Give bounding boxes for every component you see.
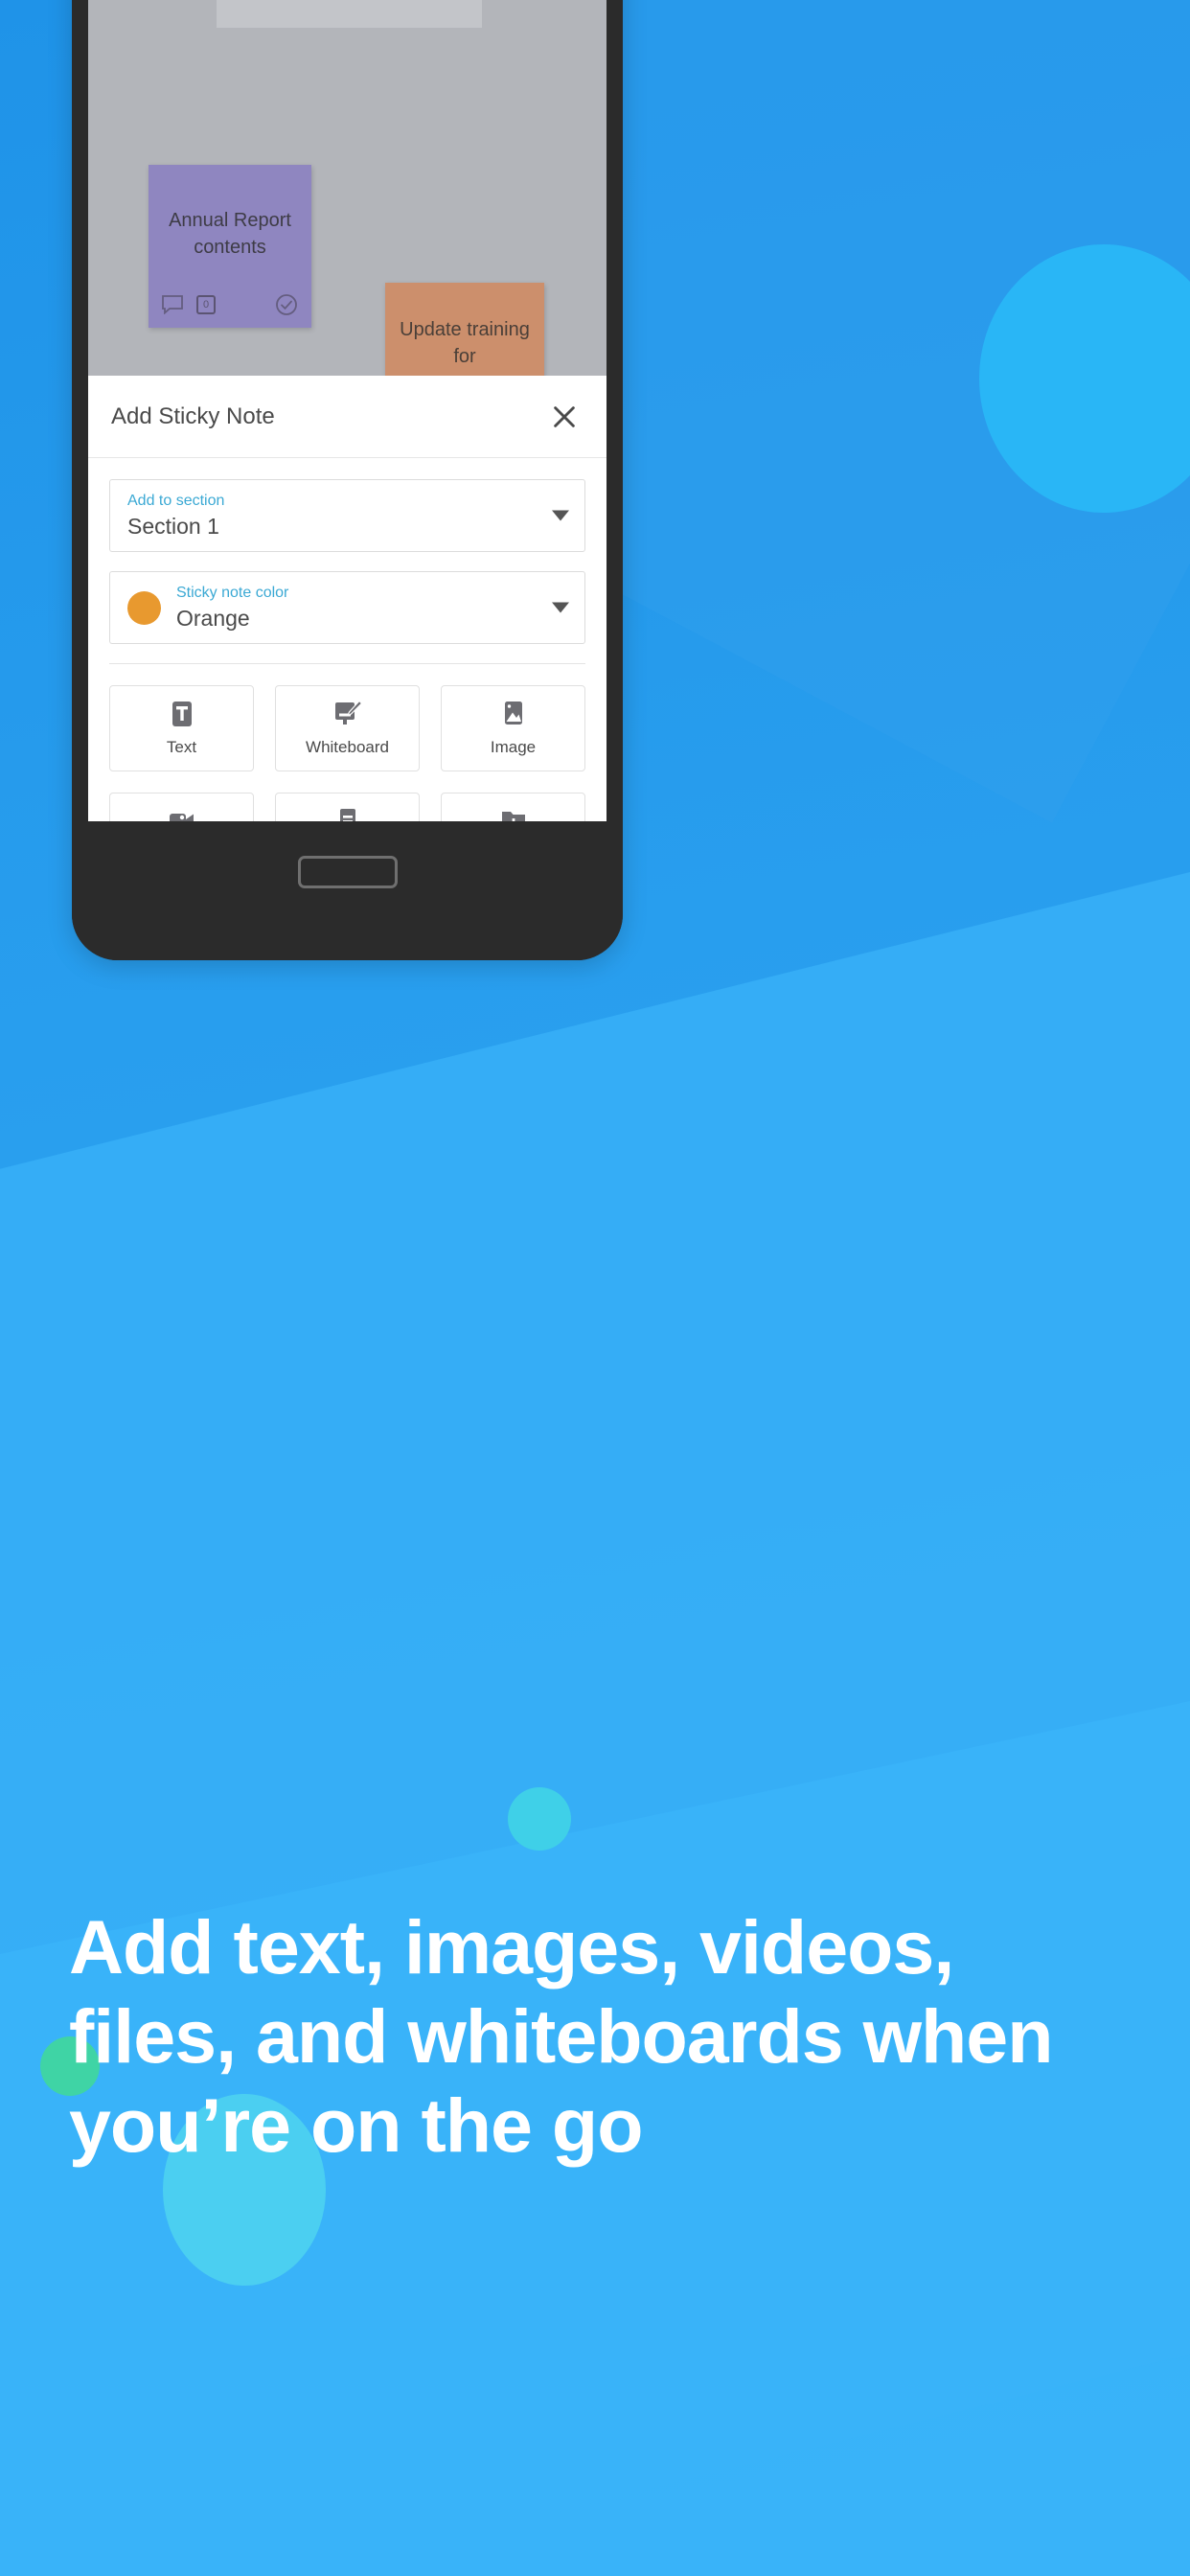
content-type-grid: Text Whiteboard Image <box>109 685 585 821</box>
section-select-value: Section 1 <box>127 513 219 539</box>
sheet-divider <box>109 663 585 664</box>
tile-label: Text <box>166 738 197 756</box>
close-icon[interactable] <box>545 398 584 436</box>
chevron-down-icon[interactable] <box>552 510 569 521</box>
index-card-icon <box>336 807 359 821</box>
timer-pill[interactable]: 00 : 09 : 55 <box>217 0 482 28</box>
comment-icon[interactable] <box>162 295 183 314</box>
tile-label: Image <box>490 738 537 756</box>
tile-whiteboard[interactable]: Whiteboard <box>275 685 420 771</box>
chevron-down-icon[interactable] <box>552 602 569 613</box>
phone-navigation-bar <box>72 821 623 960</box>
section-select[interactable]: Add to section Section 1 <box>109 479 585 552</box>
video-icon <box>167 807 197 821</box>
file-add-icon <box>499 807 528 821</box>
sheet-header: Add Sticky Note <box>88 376 606 458</box>
color-select-label: Sticky note color <box>176 584 289 601</box>
sticky-note-text: Annual Report contents <box>169 210 291 258</box>
color-select[interactable]: Sticky note color Orange <box>109 571 585 644</box>
tile-video[interactable]: Video <box>109 793 254 821</box>
tile-image[interactable]: Image <box>441 685 585 771</box>
section-select-texts: Add to section Section 1 <box>127 492 224 540</box>
sheet-title: Add Sticky Note <box>111 402 275 429</box>
text-icon <box>170 700 195 728</box>
timer-value: 00 : 09 : 55 <box>279 0 465 4</box>
phone-screen: 00 : 09 : 55 Annual Report contents 0 <box>88 0 606 821</box>
decorative-circle-cyan-dot <box>508 1787 571 1851</box>
sticky-note-purple[interactable]: Annual Report contents 0 <box>149 165 311 328</box>
color-swatch <box>127 590 161 625</box>
phone-mockup: 00 : 09 : 55 Annual Report contents 0 <box>72 0 623 960</box>
tile-file[interactable]: File <box>441 793 585 821</box>
tile-label: Whiteboard <box>306 738 389 756</box>
check-circle-icon[interactable] <box>275 293 298 316</box>
sticky-note-footer: 0 <box>162 293 298 316</box>
promo-headline: Add text, images, videos, files, and whi… <box>69 1904 1054 2169</box>
sticky-note-text: Update training for <box>400 319 530 367</box>
image-icon <box>501 700 526 728</box>
sheet-body: Add to section Section 1 Sticky note col… <box>88 458 606 821</box>
section-select-label: Add to section <box>127 492 225 509</box>
color-select-value: Orange <box>176 605 250 631</box>
home-indicator[interactable] <box>297 856 398 888</box>
attachment-count-badge[interactable]: 0 <box>196 295 216 314</box>
tile-text[interactable]: Text <box>109 685 254 771</box>
color-select-texts: Sticky note color Orange <box>176 584 288 632</box>
stopwatch-icon <box>233 0 265 2</box>
whiteboard-icon <box>332 700 363 728</box>
tile-index-card[interactable]: Index Card <box>275 793 420 821</box>
add-sticky-note-sheet: Add Sticky Note Add to section Section 1 <box>88 376 606 821</box>
